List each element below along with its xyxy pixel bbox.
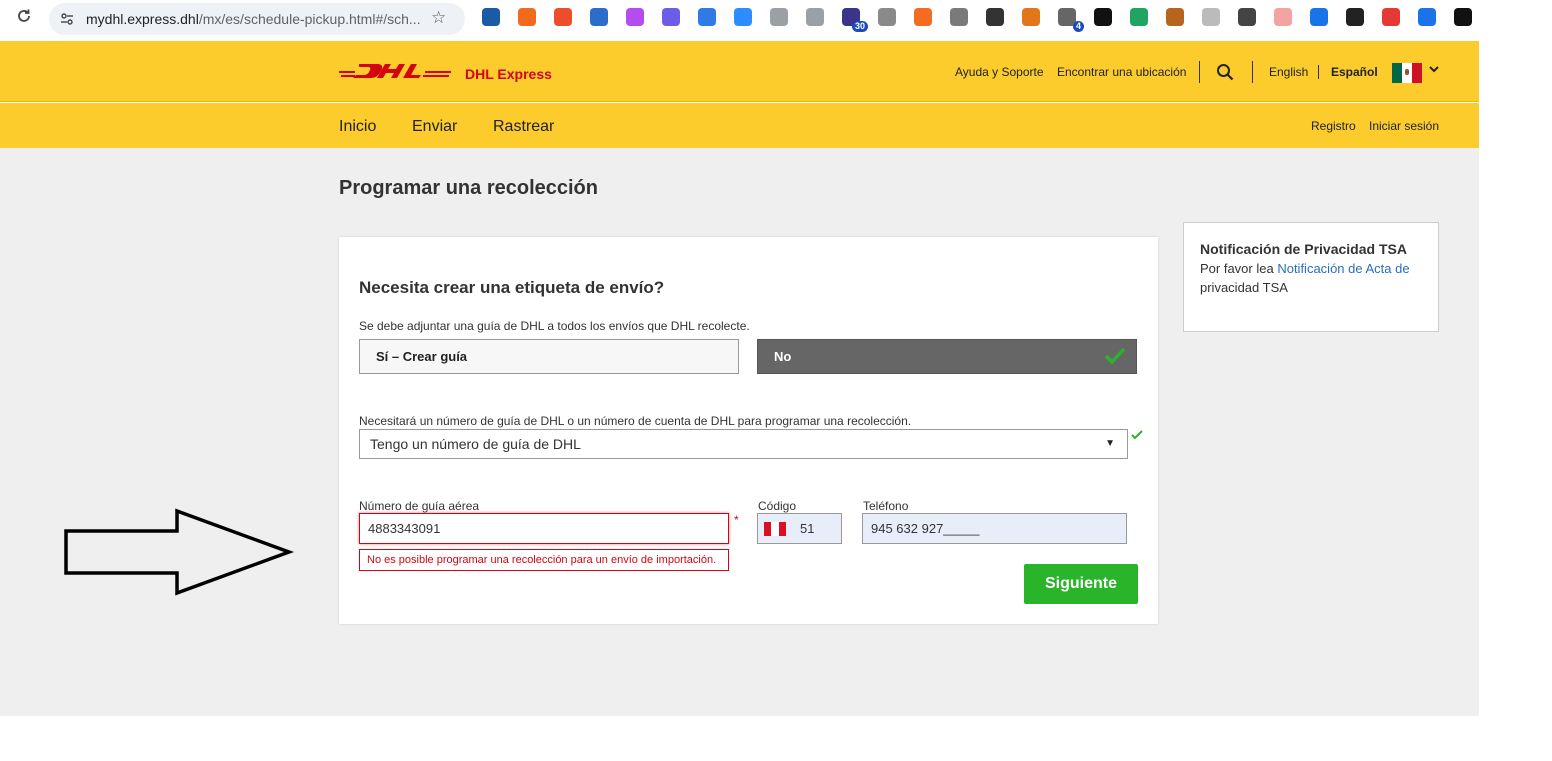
extension-icon[interactable] <box>1310 8 1328 26</box>
country-code-value: 51 <box>800 521 815 536</box>
extension-icon[interactable] <box>734 8 752 26</box>
bookmark-star-icon[interactable]: ☆ <box>431 8 446 28</box>
extension-icon[interactable] <box>1166 8 1184 26</box>
help-support-link[interactable]: Ayuda y Soporte <box>955 65 1044 79</box>
code-label: Código <box>758 499 797 513</box>
dropdown-arrow-icon: ▼ <box>1105 438 1115 449</box>
extension-icon[interactable]: 4 <box>1058 8 1084 32</box>
language-english[interactable]: English <box>1269 65 1308 79</box>
phone-label: Teléfono <box>863 499 909 513</box>
extension-icon[interactable] <box>1202 8 1220 26</box>
url-path: /mx/es/schedule-pickup.html#/sch... <box>198 11 421 27</box>
extension-icon[interactable] <box>914 8 932 26</box>
privacy-title: Notificación de Privacidad TSA <box>1200 241 1407 257</box>
extension-icon[interactable] <box>1238 8 1256 26</box>
nav-rastrear[interactable]: Rastrear <box>493 118 554 136</box>
extension-icon[interactable] <box>878 8 896 26</box>
next-button[interactable]: Siguiente <box>1024 564 1138 604</box>
url-text: mydhl.express.dhl/mx/es/schedule-pickup.… <box>86 11 421 27</box>
page-title: Programar una recolección <box>339 177 598 199</box>
pickup-form-card: Necesita crear una etiqueta de envío? Se… <box>339 237 1158 624</box>
extension-badge: 4 <box>1072 21 1084 32</box>
brand-name: DHL Express <box>465 66 552 82</box>
privacy-text: Por favor lea Notificación de Acta de pr… <box>1200 259 1422 297</box>
awb-label: Número de guía aérea <box>359 499 480 513</box>
extension-icon[interactable] <box>950 8 968 26</box>
find-location-link[interactable]: Encontrar una ubicación <box>1057 65 1186 79</box>
extension-icon[interactable] <box>1382 8 1400 26</box>
check-icon <box>1131 427 1143 445</box>
extension-icon[interactable] <box>806 8 824 26</box>
nav-inicio[interactable]: Inicio <box>339 118 376 136</box>
no-button[interactable]: No <box>757 339 1137 374</box>
check-icon <box>1104 344 1126 377</box>
reload-icon[interactable] <box>14 8 34 28</box>
extension-icon[interactable] <box>698 8 716 26</box>
extension-badge: 30 <box>851 21 868 32</box>
required-marker: * <box>734 513 739 527</box>
main-content: Programar una recolección Necesita crear… <box>0 148 1479 716</box>
dhl-logo[interactable] <box>339 62 451 85</box>
privacy-text-prefix: Por favor lea <box>1200 261 1274 276</box>
extension-icon[interactable] <box>1094 8 1112 26</box>
url-host: mydhl.express.dhl <box>86 11 199 27</box>
phone-input[interactable]: 945 632 927_____ <box>862 513 1127 544</box>
awb-number-value: 4883343091 <box>368 521 441 536</box>
search-icon[interactable] <box>1216 63 1234 86</box>
annotation-arrow-icon <box>60 506 296 603</box>
account-type-select[interactable]: Tengo un número de guía de DHL ▼ <box>359 429 1128 459</box>
awb-number-input[interactable]: 4883343091 <box>359 513 729 544</box>
account-select-label: Necesitará un número de guía de DHL o un… <box>359 414 912 428</box>
extension-icon[interactable] <box>482 8 500 26</box>
privacy-notice-box: Notificación de Privacidad TSA Por favor… <box>1183 222 1439 332</box>
mexico-flag-icon[interactable] <box>1392 63 1422 83</box>
no-button-text: No <box>774 349 792 364</box>
peru-flag-icon <box>764 522 786 536</box>
phone-value: 945 632 927_____ <box>871 521 980 536</box>
yes-create-label-button[interactable]: Sí – Crear guía <box>359 339 739 374</box>
yes-create-label-text: Sí – Crear guía <box>376 349 468 364</box>
address-bar[interactable]: mydhl.express.dhl/mx/es/schedule-pickup.… <box>49 3 465 35</box>
label-note: Se debe adjuntar una guía de DHL a todos… <box>359 319 750 333</box>
divider <box>1199 61 1200 83</box>
privacy-text-suffix: privacidad TSA <box>1200 280 1288 295</box>
privacy-link[interactable]: Notificación de Acta de <box>1277 261 1409 276</box>
country-code-input[interactable]: 51 <box>757 513 842 544</box>
main-nav: Inicio Enviar Rastrear Registro Iniciar … <box>0 103 1479 148</box>
extension-icon[interactable] <box>662 8 680 26</box>
extension-icon[interactable] <box>518 8 536 26</box>
label-question-heading: Necesita crear una etiqueta de envío? <box>359 278 665 297</box>
extension-icon[interactable] <box>590 8 608 26</box>
extension-icon[interactable] <box>554 8 572 26</box>
login-link[interactable]: Iniciar sesión <box>1369 119 1439 133</box>
extensions-strip: 30 4 <box>482 8 1490 32</box>
chevron-down-icon[interactable] <box>1429 63 1439 77</box>
browser-toolbar: mydhl.express.dhl/mx/es/schedule-pickup.… <box>0 0 1552 41</box>
extension-icon[interactable] <box>986 8 1004 26</box>
extension-icon[interactable] <box>1130 8 1148 26</box>
extension-icon[interactable] <box>1454 8 1472 26</box>
extension-icon[interactable] <box>1022 8 1040 26</box>
nav-enviar[interactable]: Enviar <box>412 118 457 136</box>
divider <box>1252 61 1253 83</box>
site-settings-icon[interactable] <box>59 11 75 27</box>
site-header: DHL Express Ayuda y Soporte Encontrar un… <box>0 41 1479 102</box>
language-spanish[interactable]: Español <box>1331 65 1378 79</box>
awb-error-message: No es posible programar una recolección … <box>359 549 729 571</box>
extension-icon[interactable] <box>1418 8 1436 26</box>
extension-icon[interactable] <box>1274 8 1292 26</box>
account-type-selected: Tengo un número de guía de DHL <box>370 436 581 452</box>
divider <box>1318 65 1319 79</box>
register-link[interactable]: Registro <box>1311 119 1356 133</box>
extension-icon[interactable] <box>770 8 788 26</box>
extension-icon[interactable] <box>1346 8 1364 26</box>
extension-icon[interactable] <box>626 8 644 26</box>
extension-icon[interactable]: 30 <box>842 8 868 32</box>
